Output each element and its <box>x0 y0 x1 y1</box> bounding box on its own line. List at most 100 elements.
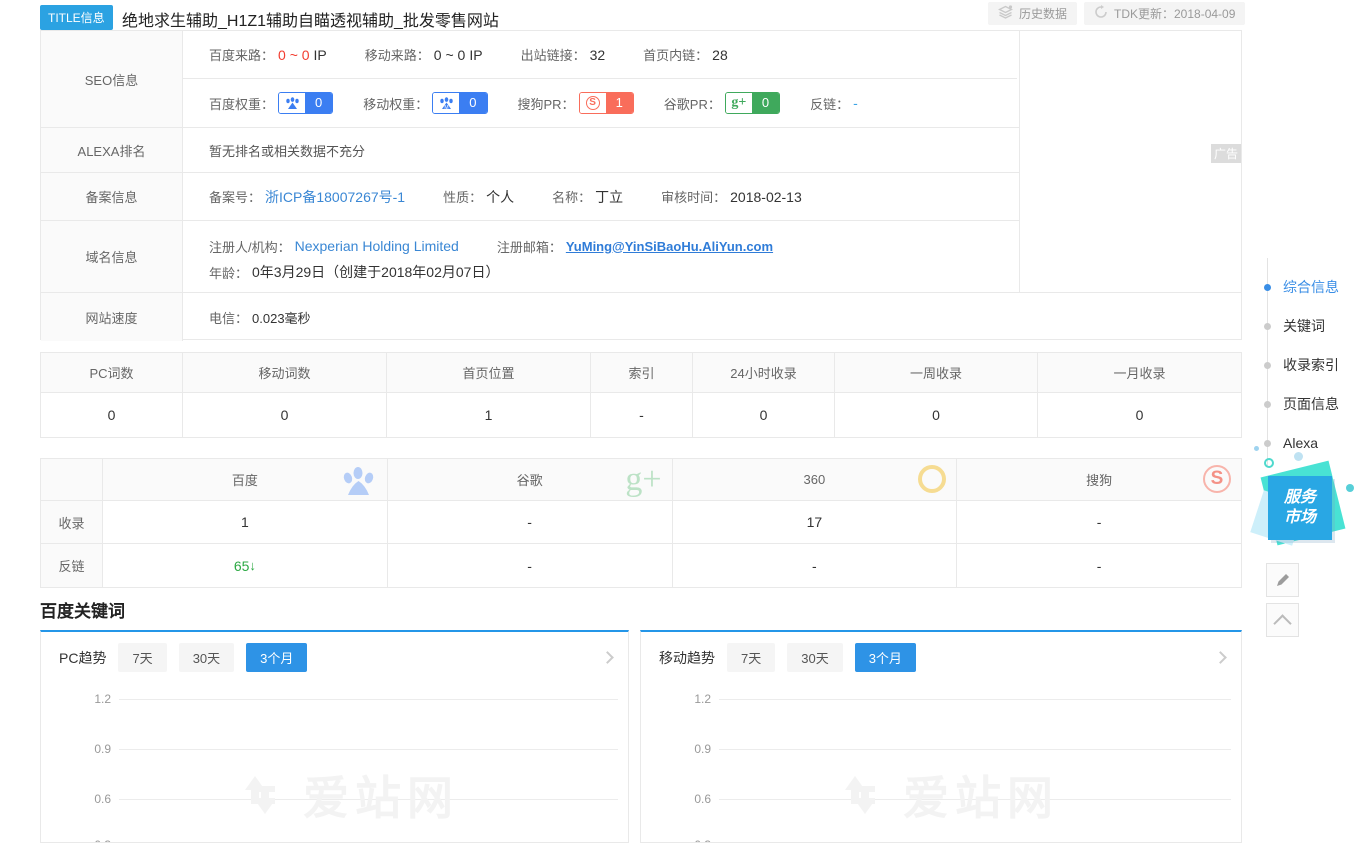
sogou-s-icon: S <box>1203 465 1231 493</box>
nav-dot-icon <box>1264 284 1271 291</box>
mobile-range-7d-button[interactable]: 7天 <box>727 643 775 672</box>
engines-include-row: 收录 1 - 17 - <box>41 501 1241 544</box>
baidu-weight-badge[interactable]: 0 <box>278 92 333 114</box>
sogou-s-icon: S <box>580 93 606 113</box>
gridline <box>119 699 618 700</box>
stats-header-row: PC词数 移动词数 首页位置 索引 24小时收录 一周收录 一月收录 <box>41 353 1241 393</box>
backlink-baidu-value: 65 ↓ <box>103 544 388 587</box>
baidu-keywords-section-title: 百度关键词 <box>40 597 125 622</box>
google-pr-badge[interactable]: g+ 0 <box>725 92 780 114</box>
y-axis-tick: 0.6 <box>51 792 111 806</box>
mobile-visits: 移动来路： 0 ~ 0 IP <box>365 45 483 64</box>
icp-nature: 性质： 个人 <box>443 187 514 207</box>
google-plus-icon: g+ <box>726 93 752 113</box>
site-speed-content: 电信： 0.023毫秒 <box>183 293 1241 341</box>
y-axis-tick: 1.2 <box>651 692 711 706</box>
alexa-rank-label: ALEXA排名 <box>41 128 183 172</box>
domain-email-link[interactable]: YuMing@YinSiBaoHu.AliYun.com <box>566 239 773 254</box>
aizhan-watermark: 爱站网 <box>231 762 459 828</box>
nav-item-overview[interactable]: 综合信息 <box>1262 278 1339 296</box>
stats-header-cell: PC词数 <box>41 353 183 392</box>
seo-info-label: SEO信息 <box>41 31 183 127</box>
engine-baidu-header: 百度 <box>103 459 388 500</box>
domain-email: 注册邮箱： YuMing@YinSiBaoHu.AliYun.com <box>497 237 773 256</box>
mobile-trend-next-icon[interactable] <box>1214 651 1227 664</box>
tdk-update-button[interactable]: TDK更新：2018-04-09 <box>1084 2 1245 25</box>
outbound-links: 出站链接： 32 <box>521 45 606 64</box>
stats-header-cell: 首页位置 <box>387 353 591 392</box>
icp-audit-time: 审核时间： 2018-02-13 <box>661 187 802 206</box>
service-market-badge[interactable]: 服务 市场 <box>1254 452 1354 562</box>
layers-icon <box>998 5 1013 22</box>
page: TITLE信息 绝地求生辅助_H1Z1辅助自瞄透视辅助_批发零售网站 历史数据 … <box>0 0 1362 843</box>
backlink-sogou-value: - <box>957 544 1241 587</box>
gridline <box>719 799 1231 800</box>
stats-value-cell: 1 <box>387 393 591 437</box>
decorative-dot <box>1264 458 1274 468</box>
seo-rank-line: 百度权重： 0 移动权重： M <box>183 79 1017 127</box>
mobile-trend-panel: 移动趋势 7天 30天 3个月 1.2 0.9 0.6 0.3 爱站网 <box>640 630 1242 843</box>
gridline <box>719 749 1231 750</box>
icp-record-content: 备案号： 浙ICP备18007267号-1 性质： 个人 名称： 丁立 审核时间… <box>183 173 1017 220</box>
baidu-weight: 百度权重： 0 <box>209 92 333 114</box>
nav-item-page-info[interactable]: 页面信息 <box>1262 395 1339 413</box>
mobile-paw-icon: M <box>433 93 459 113</box>
backlink-360-value: - <box>673 544 958 587</box>
mobile-range-30d-button[interactable]: 30天 <box>787 643 842 672</box>
engine-sogou-header: 搜狗 S <box>957 459 1241 500</box>
mobile-visits-value: 0 ~ 0 <box>434 47 466 63</box>
baidu-paw-icon <box>341 465 377 500</box>
include-google-value: - <box>388 501 673 543</box>
site-speed-row: 网站速度 电信： 0.023毫秒 <box>41 293 1241 341</box>
pc-trend-header: PC趋势 7天 30天 3个月 <box>41 632 628 672</box>
gridline <box>719 699 1231 700</box>
nav-item-keywords[interactable]: 关键词 <box>1262 317 1325 335</box>
domain-info-label: 域名信息 <box>41 221 183 292</box>
domain-registrant-link[interactable]: Nexperian Holding Limited <box>295 238 459 254</box>
stats-header-cell: 一周收录 <box>835 353 1038 392</box>
mobile-range-3m-button[interactable]: 3个月 <box>855 643 916 672</box>
section-anchor-nav: 综合信息 关键词 收录索引 页面信息 Alexa <box>1262 258 1362 466</box>
decorative-dot <box>1254 446 1259 451</box>
page-title: 绝地求生辅助_H1Z1辅助自瞄透视辅助_批发零售网站 <box>122 7 499 31</box>
mobile-weight-badge[interactable]: M 0 <box>432 92 487 114</box>
nav-item-index[interactable]: 收录索引 <box>1262 356 1339 374</box>
nav-dot-icon <box>1264 323 1271 330</box>
y-axis-tick: 0.3 <box>651 838 711 843</box>
engines-header-row: 百度 谷歌 g+ 360 搜狗 S <box>41 459 1241 501</box>
pc-trend-title: PC趋势 <box>59 648 106 668</box>
domain-registrant: 注册人/机构： Nexperian Holding Limited <box>209 237 459 256</box>
nav-dot-icon <box>1264 401 1271 408</box>
aizhan-watermark: 爱站网 <box>831 762 1059 828</box>
pc-range-7d-button[interactable]: 7天 <box>118 643 166 672</box>
360-circle-icon <box>918 465 946 493</box>
refresh-icon <box>1094 5 1108 22</box>
stats-value-cell: 0 <box>835 393 1038 437</box>
pc-trend-next-icon[interactable] <box>601 651 614 664</box>
sogou-pr-badge[interactable]: S 1 <box>579 92 634 114</box>
title-type-badge: TITLE信息 <box>40 5 113 30</box>
seo-backlinks: 反链： - <box>810 94 858 113</box>
seo-backlinks-value: - <box>853 95 858 111</box>
history-data-button[interactable]: 历史数据 <box>988 2 1077 25</box>
nav-dot-icon <box>1264 440 1271 447</box>
y-axis-tick: 1.2 <box>51 692 111 706</box>
site-speed-label: 网站速度 <box>41 293 183 341</box>
include-baidu-value: 1 <box>103 501 388 543</box>
nav-item-alexa[interactable]: Alexa <box>1262 434 1318 452</box>
icp-number-link[interactable]: 浙ICP备18007267号-1 <box>265 187 405 207</box>
engines-backlink-row: 反链 65 ↓ - - - <box>41 544 1241 587</box>
telecom-speed: 电信： 0.023毫秒 <box>209 308 311 327</box>
stats-header-cell: 一月收录 <box>1038 353 1241 392</box>
back-to-top-button[interactable] <box>1266 603 1299 637</box>
pc-range-30d-button[interactable]: 30天 <box>179 643 234 672</box>
stats-value-cell: 0 <box>183 393 387 437</box>
stats-value-cell: 0 <box>693 393 835 437</box>
feedback-edit-button[interactable] <box>1266 563 1299 597</box>
google-pr: 谷歌PR： g+ 0 <box>664 92 780 114</box>
history-data-label: 历史数据 <box>1019 5 1067 22</box>
pencil-icon <box>1275 572 1291 588</box>
svg-text:M: M <box>444 105 448 110</box>
stats-header-cell: 移动词数 <box>183 353 387 392</box>
pc-range-3m-button[interactable]: 3个月 <box>246 643 307 672</box>
